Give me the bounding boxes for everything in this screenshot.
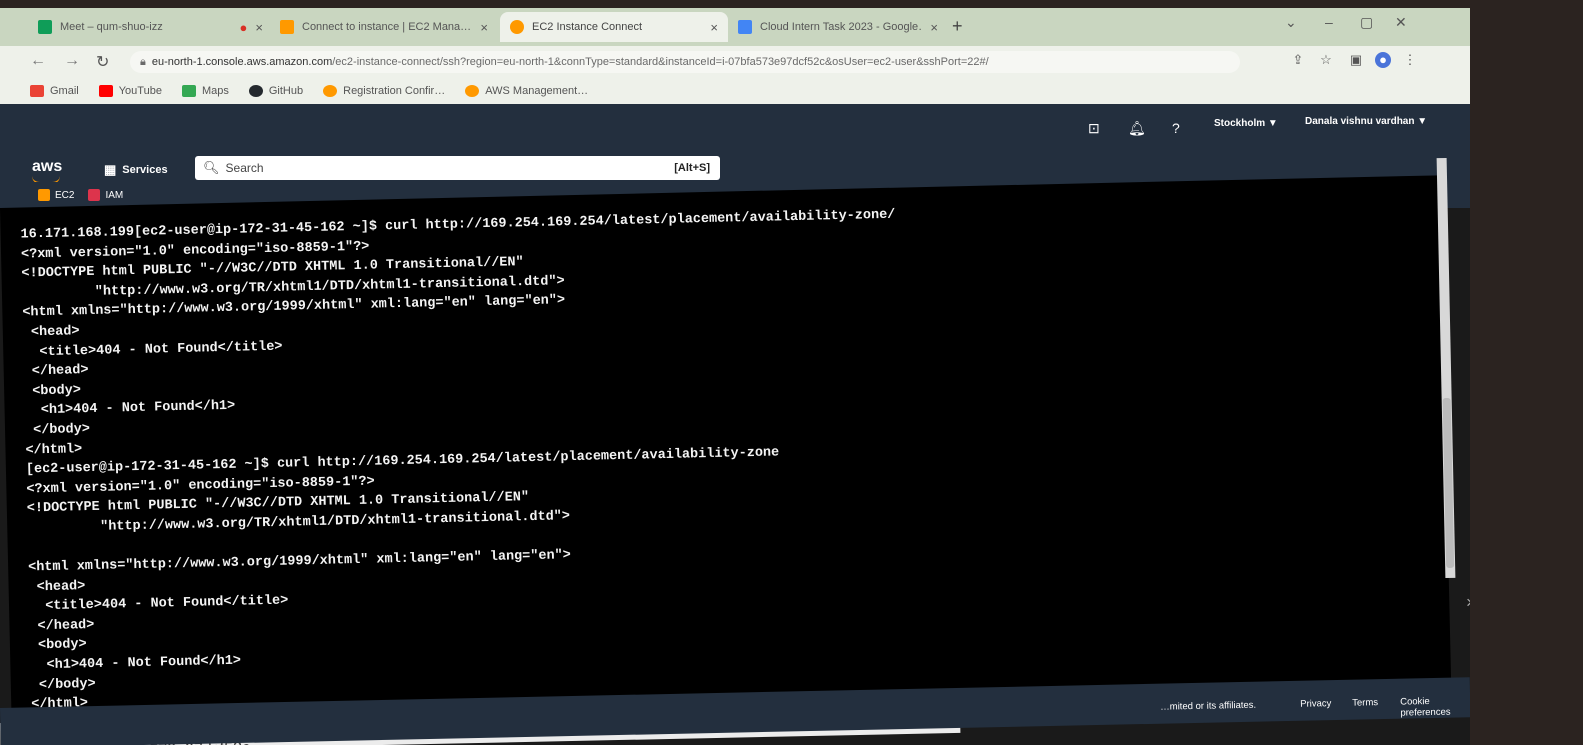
browser-tab-strip: Meet – qum-shuo-izz ● × Connect to insta… [0, 8, 1470, 46]
chevron-down-icon[interactable]: ⌄ [1285, 14, 1297, 31]
recording-dot-icon: ● [239, 19, 248, 35]
bookmark-label: AWS Management… [485, 85, 589, 97]
aws-logo-text: aws [32, 158, 63, 175]
privacy-link[interactable]: Privacy [1300, 698, 1331, 710]
menu-kebab-icon[interactable]: ⋮ [1402, 52, 1418, 68]
close-icon[interactable]: × [1466, 593, 1470, 613]
tab-search-icon[interactable]: ▣ [1348, 52, 1364, 68]
maximize-button[interactable]: ▢ [1360, 14, 1373, 31]
aws-icon [465, 85, 480, 97]
bookmark-label: Maps [201, 85, 229, 97]
aws-icon [323, 85, 338, 97]
copyright-text: …mited or its affiliates. [1160, 699, 1257, 713]
tab-ec2-instance-connect[interactable]: EC2 Instance Connect × [500, 12, 728, 42]
search-icon: 🔍︎ [203, 160, 220, 175]
gmail-icon [30, 85, 44, 97]
bookmark-label: Gmail [50, 85, 79, 97]
meet-icon [38, 20, 52, 34]
lock-icon: 🔒︎ [140, 55, 146, 68]
url-host: eu-north-1.console.aws.amazon.com [151, 56, 333, 68]
region-selector[interactable]: Stockholm ▼ [1214, 118, 1278, 129]
terms-link[interactable]: Terms [1352, 697, 1378, 709]
bookmark-aws-management[interactable]: AWS Management… [465, 85, 588, 97]
bookmark-youtube[interactable]: YouTube [98, 85, 162, 97]
close-icon[interactable]: × [480, 20, 488, 35]
bookmarks-bar: Gmail YouTube Maps GitHub Registration C… [0, 78, 1470, 104]
bookmark-maps[interactable]: Maps [181, 85, 229, 97]
bookmark-gmail[interactable]: Gmail [30, 85, 79, 97]
tab-connect-instance[interactable]: Connect to instance | EC2 Mana… × [270, 12, 498, 42]
close-icon[interactable]: × [710, 20, 718, 35]
aws-logo[interactable]: aws [32, 158, 63, 184]
close-icon[interactable]: × [930, 20, 938, 35]
grid-icon: ▦ [104, 162, 117, 177]
tab-cloud-intern-task[interactable]: Cloud Intern Task 2023 - Google… × [728, 12, 948, 42]
search-placeholder: Search [225, 161, 264, 175]
search-shortcut-hint: [Alt+S] [674, 162, 710, 174]
reload-icon[interactable]: ↻ [96, 52, 109, 72]
close-window-button[interactable]: ✕ [1395, 14, 1407, 31]
favorite-label: EC2 [55, 189, 75, 201]
bookmark-github[interactable]: GitHub [248, 85, 304, 97]
aws-console-header: aws ▦ Services 🔍︎ Search [Alt+S] ⊡ 🔔︎ ? S… [0, 104, 1470, 184]
url-bar[interactable]: 🔒︎ eu-north-1.console.aws.amazon.com /ec… [130, 51, 1240, 73]
aws-icon [510, 20, 524, 34]
share-icon[interactable]: ⇪ [1290, 52, 1306, 68]
bookmark-label: GitHub [268, 85, 304, 97]
bookmark-registration[interactable]: Registration Confir… [323, 85, 445, 97]
scrollbar-thumb[interactable] [1442, 397, 1455, 569]
tab-meet[interactable]: Meet – qum-shuo-izz ● × [28, 12, 273, 42]
cloudshell-icon[interactable]: ⊡ [1088, 120, 1100, 137]
youtube-icon [98, 85, 113, 97]
new-tab-button[interactable]: + [952, 16, 963, 37]
tab-label: EC2 Instance Connect [532, 21, 643, 33]
favorite-label: IAM [105, 189, 124, 201]
bookmark-label: Registration Confir… [343, 85, 446, 97]
favorite-ec2[interactable]: EC2 [38, 189, 74, 201]
star-icon[interactable]: ☆ [1318, 52, 1334, 68]
account-menu[interactable]: Danala vishnu vardhan ▼ [1305, 116, 1427, 127]
favorite-iam[interactable]: IAM [88, 189, 123, 201]
address-bar-row: ← → ↻ 🔒︎ eu-north-1.console.aws.amazon.c… [0, 46, 1470, 78]
tab-label: Cloud Intern Task 2023 - Google… [760, 21, 923, 33]
ssh-terminal[interactable]: 16.171.168.199[ec2-user@ip-172-31-45-162… [0, 175, 1452, 745]
ec2-icon [38, 189, 50, 201]
back-arrow-icon[interactable]: ← [30, 52, 46, 70]
maps-icon [181, 85, 196, 97]
console-search-input[interactable]: 🔍︎ Search [Alt+S] [195, 156, 720, 180]
close-icon[interactable]: × [255, 20, 263, 35]
minimize-button[interactable]: – [1325, 14, 1333, 30]
github-icon [248, 85, 263, 97]
aws-icon [280, 20, 294, 34]
tab-label: Meet – qum-shuo-izz [60, 21, 163, 33]
services-menu-button[interactable]: ▦ Services [104, 162, 168, 178]
tab-label: Connect to instance | EC2 Mana… [302, 21, 472, 33]
url-path: /ec2-instance-connect/ssh?region=eu-nort… [332, 56, 989, 68]
iam-icon [88, 189, 101, 201]
laptop-screen: Meet – qum-shuo-izz ● × Connect to insta… [0, 8, 1470, 745]
avatar[interactable]: ● [1375, 52, 1391, 68]
terminal-output: 16.171.168.199[ec2-user@ip-172-31-45-162… [20, 206, 907, 745]
help-icon[interactable]: ? [1172, 120, 1180, 136]
cookie-preferences-link[interactable]: Cookie preferences [1400, 695, 1470, 719]
services-label: Services [122, 164, 168, 176]
forward-arrow-icon[interactable]: → [64, 52, 80, 70]
bell-icon[interactable]: 🔔︎ [1128, 120, 1146, 137]
google-docs-icon [738, 20, 752, 34]
bookmark-label: YouTube [118, 85, 162, 97]
